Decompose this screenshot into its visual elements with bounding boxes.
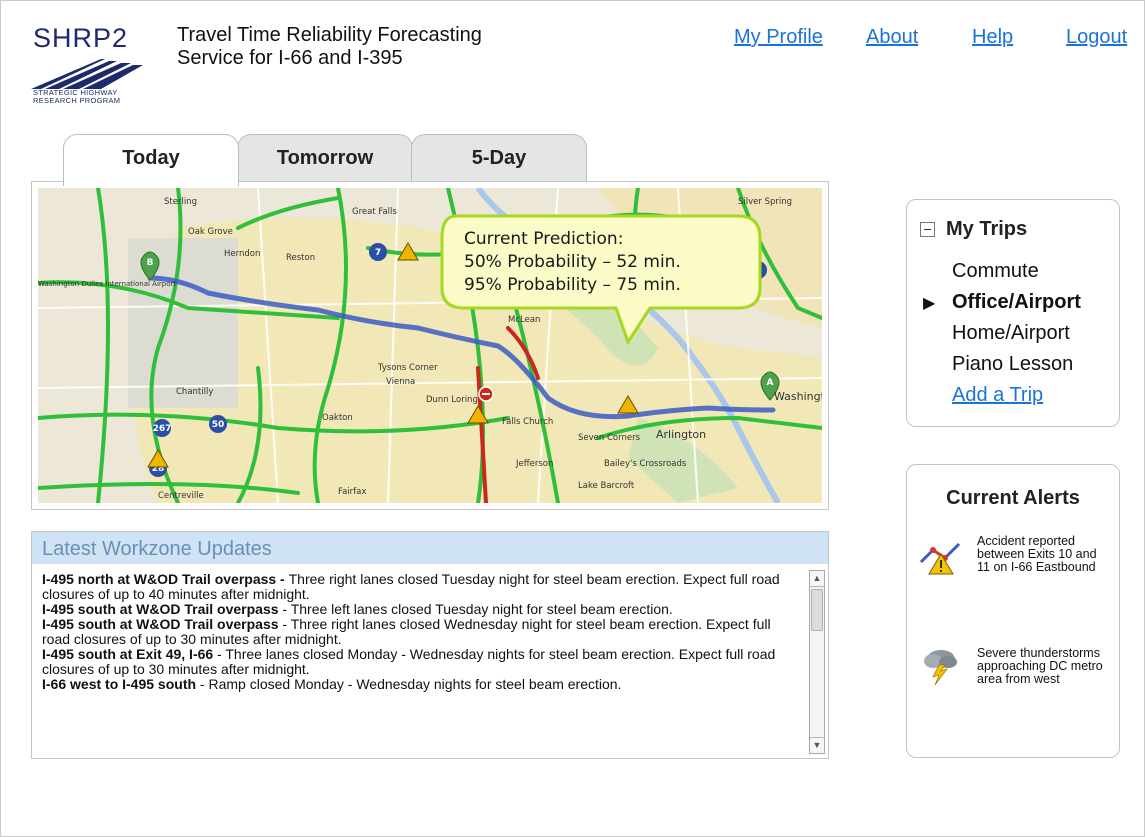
map-label-oakton: Oakton [322,413,353,423]
my-profile-link[interactable]: My Profile [734,26,823,49]
workzone-panel: Latest Workzone Updates I-495 north at W… [31,531,829,759]
trip-commute[interactable]: Commute [952,260,1039,283]
workzone-item: I-495 south at Exit 49, I-66 - Three lan… [42,646,776,677]
app-title-line2: Service for I-66 and I-395 [177,47,403,69]
map-label-silver-spring: Silver Spring [738,197,792,207]
workzone-scrollbar[interactable]: ▲ ▼ [809,570,825,754]
map-label-vienna: Vienna [386,377,415,387]
tab-tomorrow[interactable]: Tomorrow [237,134,413,184]
prediction-95-percent: 95% Probability – 75 min. [464,275,681,295]
my-trips-title: My Trips [946,218,1028,240]
svg-text:7: 7 [375,248,381,258]
logo-wordmark: SHRP2 [33,23,129,53]
prediction-50-percent: 50% Probability – 52 min. [464,252,681,272]
map-label-tysons: Tysons Corner [377,363,438,373]
map-panel: 267 50 28 7 1 B A Ste [31,181,829,510]
map-label-falls-church: Falls Church [502,417,553,427]
trip-office-airport[interactable]: Office/Airport [952,291,1081,314]
alert-storm-text: Severe thunderstorms approaching DC metr… [977,646,1103,686]
collapse-minus-icon[interactable] [920,222,935,237]
map-label-arlington: Arlington [656,428,706,441]
thunderstorm-icon [921,645,961,690]
scroll-thumb[interactable] [811,589,823,631]
accident-warning-icon [919,540,963,581]
map-label-jefferson: Jefferson [515,459,553,469]
trip-home-airport[interactable]: Home/Airport [952,322,1070,345]
svg-text:50: 50 [212,420,225,430]
map-label-washington-dc: Washington DC [774,390,822,403]
logo-caption: STRATEGIC HIGHWAY RESEARCH PROGRAM [33,88,121,105]
map-label-centreville: Centreville [158,491,204,501]
svg-text:B: B [147,258,154,268]
highway-logo-graphic [31,59,143,89]
shrp2-logo: SHRP2 STRATEGIC HIGHWAY RESEARCH PROGRAM [31,23,161,107]
add-trip-link[interactable]: Add a Trip [952,384,1043,407]
workzone-item: I-495 south at W&OD Trail overpass - Thr… [42,616,771,647]
svg-text:267: 267 [153,424,172,434]
workzone-item: I-495 north at W&OD Trail overpass - Thr… [42,571,780,602]
tab-5-day[interactable]: 5-Day [411,134,587,184]
workzone-item: I-66 west to I-495 south - Ramp closed M… [42,676,622,692]
current-alerts-title: Current Alerts [946,487,1080,509]
about-link[interactable]: About [866,26,918,49]
my-trips-panel: My Trips Commute ▶ Office/Airport Home/A… [906,199,1120,427]
map-label-oak-grove: Oak Grove [188,227,233,237]
tab-today[interactable]: Today [63,134,239,186]
map-label-fairfax: Fairfax [338,487,366,497]
map-label-dunn-loring: Dunn Loring [426,395,478,405]
route-map[interactable]: 267 50 28 7 1 B A Ste [38,188,822,503]
map-label-reston: Reston [286,253,315,263]
map-label-herndon: Herndon [224,249,260,259]
app-title-line1: Travel Time Reliability Forecasting [177,24,482,46]
map-label-lake-barcroft: Lake Barcroft [578,481,635,491]
workzone-list[interactable]: I-495 north at W&OD Trail overpass - Thr… [42,572,802,692]
trip-piano-lesson[interactable]: Piano Lesson [952,353,1073,376]
logout-link[interactable]: Logout [1066,26,1127,49]
prediction-callout: Current Prediction: 50% Probability – 52… [438,208,768,346]
scroll-down-arrow-icon[interactable]: ▼ [810,737,824,753]
prediction-title: Current Prediction: [464,229,624,249]
map-label-great-falls: Great Falls [352,207,397,217]
help-link[interactable]: Help [972,26,1013,49]
svg-text:A: A [767,378,774,388]
app-title: Travel Time Reliability Forecasting Serv… [177,24,577,70]
scroll-up-arrow-icon[interactable]: ▲ [810,571,824,587]
map-label-dulles: Washington Dulles International Airport [38,280,176,288]
workzone-title: Latest Workzone Updates [32,532,828,564]
selected-arrow-icon: ▶ [923,295,936,312]
current-alerts-panel: Current Alerts Accident reported between… [906,464,1120,758]
map-label-chantilly: Chantilly [176,387,213,397]
map-label-seven-corners: Seven Corners [578,433,641,443]
map-label-sterling: Sterling [164,197,197,207]
map-label-baileys: Bailey's Crossroads [604,459,687,469]
alert-accident-text: Accident reported between Exits 10 and 1… [977,534,1097,574]
workzone-item: I-495 south at W&OD Trail overpass - Thr… [42,601,673,617]
